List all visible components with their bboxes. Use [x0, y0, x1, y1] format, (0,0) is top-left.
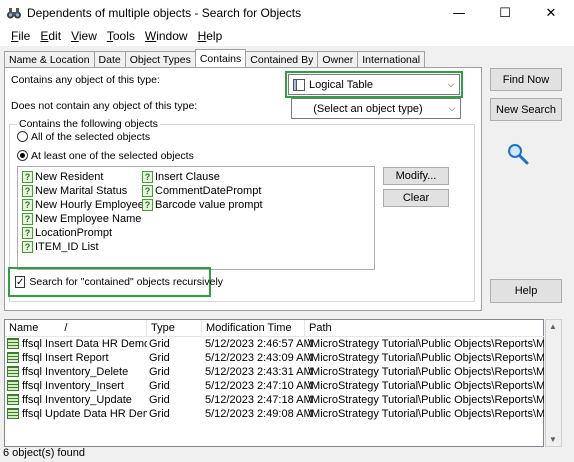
list-item[interactable]: ? CommentDatePrompt	[142, 184, 263, 198]
menu-tools[interactable]: Tools	[102, 26, 140, 46]
objects-column-1: ? New Resident ? New Marital Status ? New H…	[22, 170, 144, 254]
column-header-modification-time[interactable]: Modification Time	[202, 320, 305, 337]
tab-contains[interactable]: Contains	[194, 49, 247, 67]
prompt-icon: ?	[22, 227, 33, 239]
table-row[interactable]: ffsql Update Data HR Demo Grid 5/12/2023…	[5, 408, 545, 422]
results-table: Name / Type Modification Time Path ffsql …	[4, 319, 545, 447]
objects-column-2: ? Insert Clause ? CommentDatePrompt ? Barco…	[142, 170, 263, 212]
column-header-type[interactable]: Type	[147, 320, 202, 337]
minimize-button[interactable]: —	[436, 0, 482, 26]
report-grid-icon	[7, 366, 19, 377]
maximize-icon: ☐	[499, 5, 511, 21]
radio-one-object[interactable]: At least one of the selected objects	[17, 150, 194, 162]
list-item[interactable]: ? Barcode value prompt	[142, 198, 263, 212]
recursive-checkbox-label: Search for "contained" objects recursive…	[29, 276, 224, 288]
table-icon	[293, 78, 305, 91]
column-header-name[interactable]: Name /	[5, 320, 147, 337]
list-item[interactable]: ? New Marital Status	[22, 184, 144, 198]
report-grid-icon	[7, 352, 19, 363]
contains-type-label: Contains any object of this type:	[11, 74, 160, 86]
radio-all-indicator	[17, 131, 28, 142]
window-title: Dependents of multiple objects - Search …	[27, 6, 302, 20]
menu-help[interactable]: Help	[193, 26, 228, 46]
binoculars-icon	[7, 8, 21, 19]
scroll-down-icon[interactable]: ▼	[549, 435, 557, 444]
report-grid-icon	[7, 394, 19, 405]
tab-contained-by[interactable]: Contained By	[245, 51, 319, 67]
recursive-checkbox-highlight: ✓ Search for "contained" objects recursi…	[8, 267, 223, 297]
list-item[interactable]: ? ITEM_ID List	[22, 240, 144, 254]
chevron-down-icon: ⌵	[447, 79, 455, 89]
clear-button[interactable]: Clear	[383, 189, 449, 207]
search-tabs: Name & Location Date Object Types Contai…	[4, 49, 426, 68]
help-button[interactable]: Help	[490, 279, 562, 303]
list-item[interactable]: ? New Employee Name	[22, 212, 144, 226]
contains-type-highlight: Logical Table ⌵	[285, 71, 463, 98]
table-row[interactable]: ffsql Insert Report Grid 5/12/2023 2:43:…	[5, 352, 545, 366]
menu-view[interactable]: View	[66, 26, 102, 46]
table-row[interactable]: ffsql Inventory_Insert Grid 5/12/2023 2:…	[5, 380, 545, 394]
close-button[interactable]: ✕	[528, 0, 574, 26]
prompt-icon: ?	[22, 241, 33, 253]
status-bar: 6 object(s) found	[3, 447, 85, 459]
radio-one-indicator	[17, 150, 28, 161]
list-item[interactable]: ? New Resident	[22, 170, 144, 184]
report-grid-icon	[7, 380, 19, 391]
radio-all-label: All of the selected objects	[31, 131, 151, 143]
tab-date[interactable]: Date	[93, 51, 126, 67]
contains-type-select[interactable]: Logical Table ⌵	[288, 74, 460, 95]
scroll-up-icon[interactable]: ▲	[549, 322, 557, 331]
contains-objects-group-label: Contains the following objects	[17, 118, 160, 130]
not-contains-type-value: (Select an object type)	[313, 102, 423, 115]
report-grid-icon	[7, 338, 19, 349]
prompt-icon: ?	[22, 171, 33, 183]
maximize-button[interactable]: ☐	[482, 0, 528, 26]
results-header: Name / Type Modification Time Path	[5, 320, 545, 337]
prompt-icon: ?	[22, 199, 33, 211]
not-contains-type-select[interactable]: (Select an object type) ⌵	[291, 98, 461, 119]
menu-file[interactable]: File	[6, 26, 35, 46]
radio-one-label: At least one of the selected objects	[31, 150, 194, 162]
list-item[interactable]: ? Insert Clause	[142, 170, 263, 184]
table-row[interactable]: ffsql Inventory_Delete Grid 5/12/2023 2:…	[5, 366, 545, 380]
prompt-icon: ?	[22, 185, 33, 197]
chevron-down-icon: ⌵	[448, 103, 456, 113]
list-item[interactable]: ? LocationPrompt	[22, 226, 144, 240]
table-row[interactable]: ffsql Insert Data HR Demo Grid 5/12/2023…	[5, 338, 545, 352]
menu-edit[interactable]: Edit	[35, 26, 66, 46]
report-grid-icon	[7, 408, 19, 419]
prompt-icon: ?	[142, 185, 153, 197]
table-row[interactable]: ffsql Inventory_Update Grid 5/12/2023 2:…	[5, 394, 545, 408]
tab-international[interactable]: International	[357, 51, 426, 67]
tab-object-types[interactable]: Object Types	[124, 51, 196, 67]
find-now-button[interactable]: Find Now	[490, 68, 562, 91]
menu-bar: File Edit View Tools Window Help	[0, 26, 574, 46]
close-icon: ✕	[545, 5, 557, 21]
tab-owner[interactable]: Owner	[317, 51, 359, 67]
contained-objects-list[interactable]: ? New Resident ? New Marital Status ? New H…	[17, 166, 375, 270]
results-scrollbar[interactable]: ▲ ▼	[545, 319, 562, 447]
menu-window[interactable]: Window	[140, 26, 193, 46]
new-search-button[interactable]: New Search	[490, 98, 562, 121]
not-contains-type-label: Does not contain any object of this type…	[11, 100, 198, 112]
prompt-icon: ?	[142, 199, 153, 211]
search-icon	[508, 144, 529, 165]
title-bar: Dependents of multiple objects - Search …	[0, 0, 574, 26]
modify-button[interactable]: Modify...	[383, 167, 449, 185]
contains-panel: Contains any object of this type: Logica…	[4, 67, 482, 311]
radio-all-objects[interactable]: All of the selected objects	[17, 131, 150, 143]
minimize-icon: —	[452, 5, 466, 21]
recursive-checkbox[interactable]: ✓	[15, 276, 26, 288]
prompt-icon: ?	[22, 213, 33, 225]
column-header-path[interactable]: Path	[305, 320, 545, 337]
sort-indicator-icon: /	[64, 322, 68, 334]
list-item[interactable]: ? New Hourly Employee	[22, 198, 144, 212]
contains-type-value: Logical Table	[309, 78, 374, 91]
prompt-icon: ?	[142, 171, 153, 183]
tab-name-location[interactable]: Name & Location	[4, 51, 95, 67]
